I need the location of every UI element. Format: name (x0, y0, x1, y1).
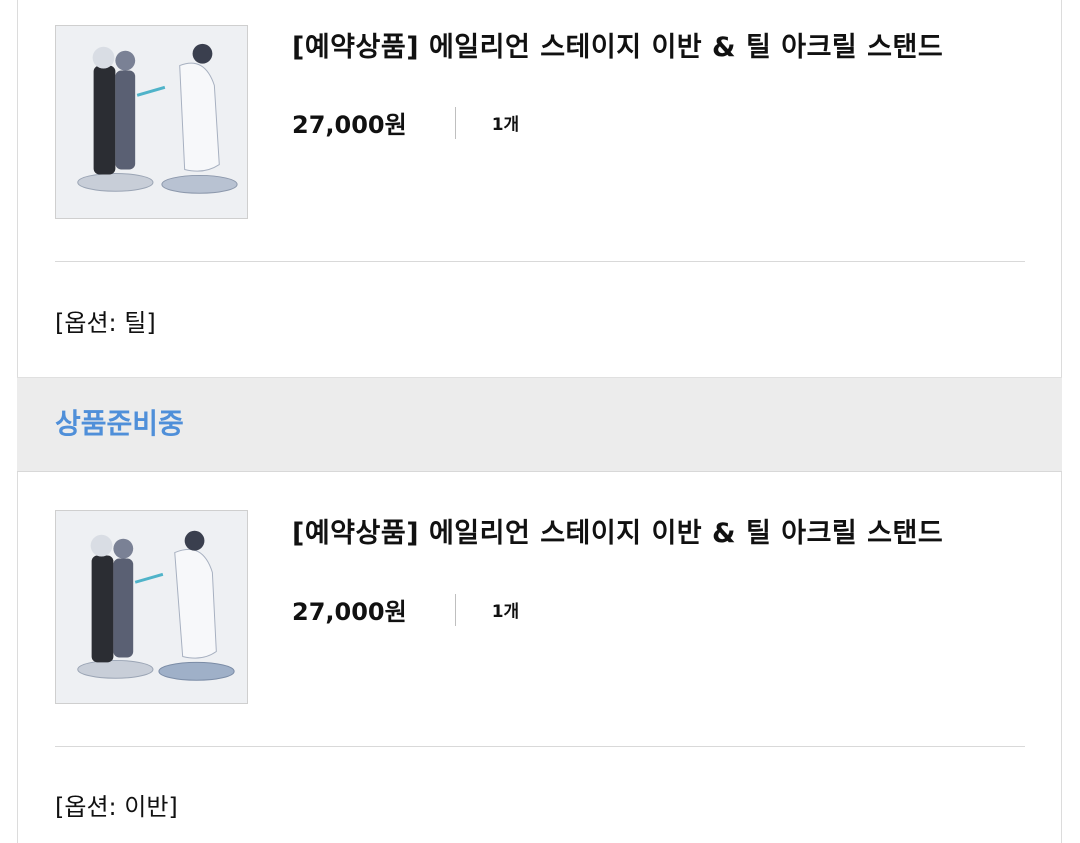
price-row: 27,000원 1개 (292, 105, 519, 140)
price-quantity-separator (454, 106, 456, 139)
acrylic-stand-image (56, 511, 247, 703)
product-quantity: 1개 (491, 115, 520, 135)
item-divider (55, 746, 1025, 747)
product-quantity: 1개 (491, 602, 520, 622)
acrylic-stand-image (56, 26, 247, 218)
order-status-label: 상품준비중 (55, 407, 184, 440)
product-option: [옵션: 이반] (55, 793, 178, 821)
product-title[interactable]: [예약상품] 에일리언 스테이지 이반 & 틸 아크릴 스탠드 (292, 511, 943, 550)
product-option: [옵션: 틸] (55, 309, 156, 337)
product-price: 27,000원 (292, 598, 407, 626)
product-thumbnail[interactable] (55, 510, 248, 704)
product-thumbnail[interactable] (55, 25, 248, 219)
product-price: 27,000원 (292, 111, 407, 139)
item-divider (55, 261, 1025, 262)
product-title[interactable]: [예약상품] 에일리언 스테이지 이반 & 틸 아크릴 스탠드 (292, 25, 943, 64)
order-status-bar: 상품준비중 (17, 377, 1062, 472)
price-row: 27,000원 1개 (292, 592, 519, 627)
price-quantity-separator (454, 593, 456, 626)
